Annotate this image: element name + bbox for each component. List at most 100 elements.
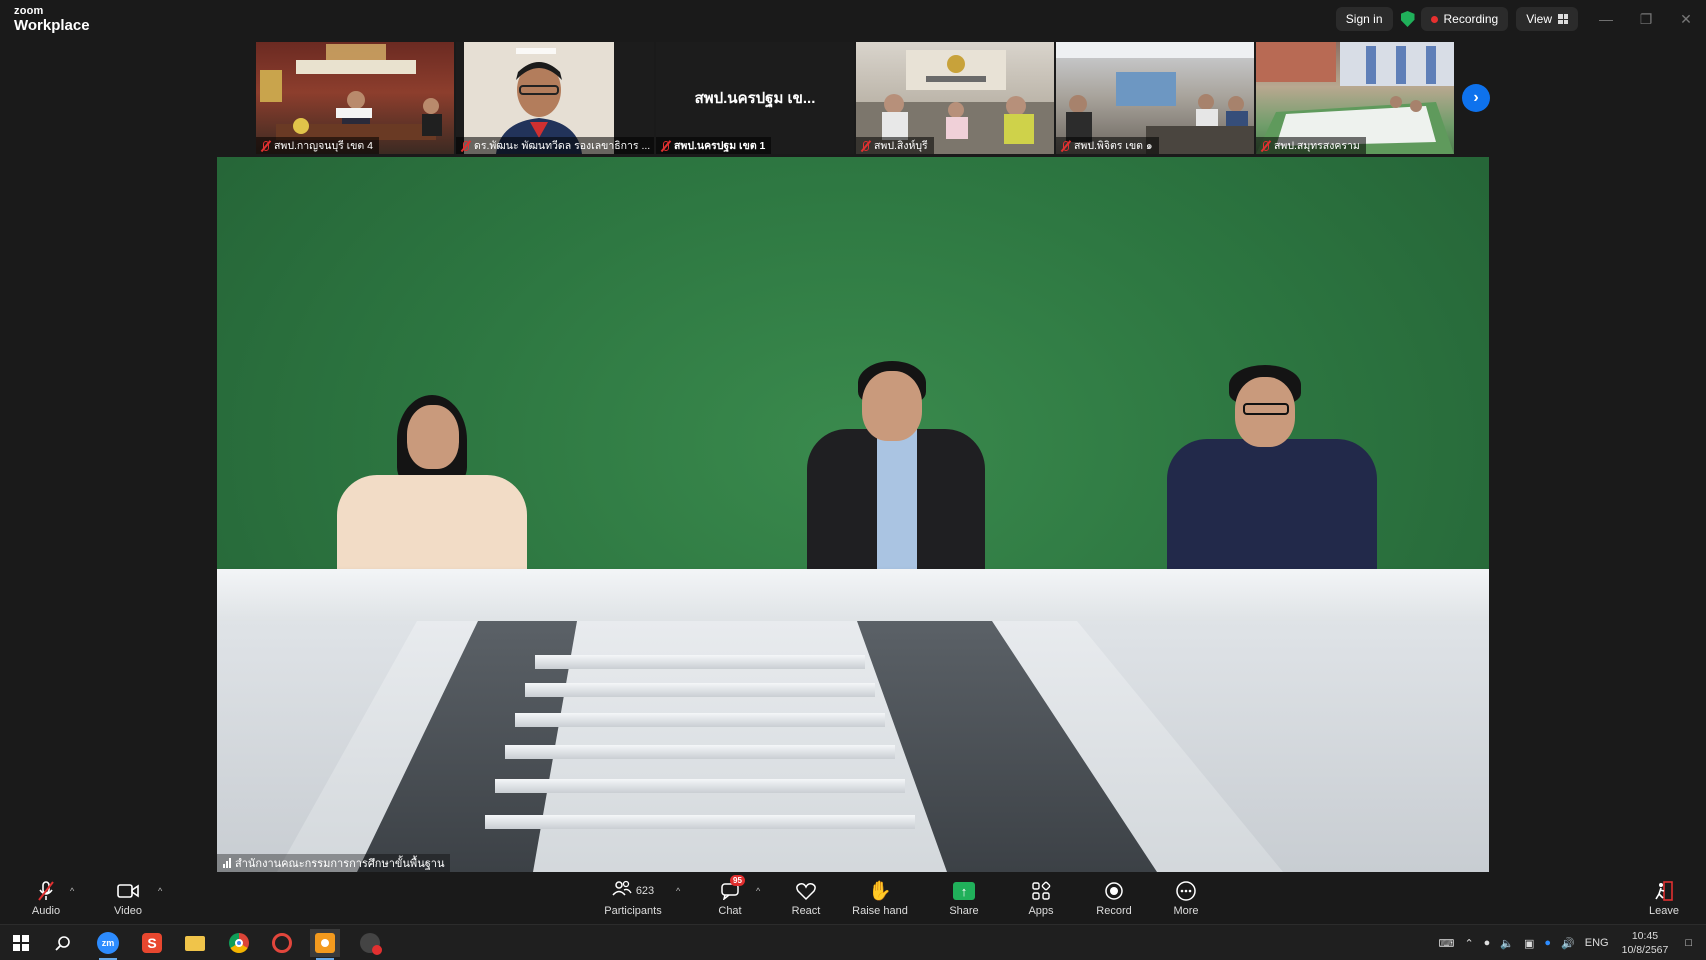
clock[interactable]: 10:45 10/8/2567 <box>1622 929 1669 957</box>
windows-start-icon[interactable] <box>6 929 36 957</box>
react-label: React <box>791 905 821 917</box>
more-button[interactable]: More <box>1170 872 1202 924</box>
microphone-icon[interactable]: ● <box>1484 937 1491 949</box>
participant-name-card: สพป.นครปฐม เข... <box>694 90 816 107</box>
title-bar: zoom Workplace Sign in Recording View — … <box>0 0 1706 40</box>
sign-in-label: Sign in <box>1345 12 1383 26</box>
participant-name: สพป.สิงห์บุรี <box>874 140 928 152</box>
app-record-icon[interactable] <box>355 929 385 957</box>
participants-label: Participants <box>604 905 662 917</box>
view-label: View <box>1526 12 1552 26</box>
raise-hand-icon: ✋ <box>868 881 892 902</box>
participant-name: สพป.พิจิตร เขต ๑ <box>1074 140 1153 152</box>
participant-name: สพป.นครปฐม เขต 1 <box>674 140 766 152</box>
clock-date: 10/8/2567 <box>1621 944 1669 956</box>
apps-button[interactable]: Apps <box>1025 872 1057 924</box>
raise-hand-label: Raise hand <box>852 905 908 917</box>
leave-icon <box>1653 879 1675 903</box>
tray-chevron-up-icon[interactable]: ⌃ <box>1464 937 1473 950</box>
signal-bars-icon <box>223 858 231 868</box>
video-options-chevron-icon[interactable]: ^ <box>158 886 162 896</box>
apps-label: Apps <box>1028 905 1054 917</box>
more-label: More <box>1173 905 1199 917</box>
input-language[interactable]: ENG <box>1585 937 1609 949</box>
volume-icon[interactable]: 🔊 <box>1561 937 1575 950</box>
speaker-label: สำนักงานคณะกรรมการการศึกษาขั้นพื้นฐาน <box>217 854 451 872</box>
chat-label: Chat <box>718 905 742 917</box>
muted-mic-icon <box>260 140 270 152</box>
participants-count: 623 <box>635 885 655 897</box>
muted-mic-icon <box>1060 140 1070 152</box>
share-screen-icon: ↑ <box>953 882 975 900</box>
keyboard-icon[interactable]: ⌨ <box>1439 937 1455 950</box>
muted-microphone-icon <box>36 879 56 903</box>
minimize-icon[interactable]: — <box>1586 0 1626 38</box>
participant-thumbnail[interactable]: สพป.นครปฐม เข... สพป.นครปฐม เขต 1 <box>656 42 854 154</box>
participant-name: ดร.พัฒนะ พัฒนทวีดล รองเลขาธิการ ... <box>474 140 651 152</box>
participant-thumbnail-strip: สพป.กาญจนบุรี เขต 4 ดร.พัฒนะ พัฒนทวีดล ร… <box>256 42 1454 154</box>
video-label: Video <box>114 905 142 917</box>
participants-options-chevron-icon[interactable]: ^ <box>676 886 680 896</box>
leave-button[interactable]: Leave <box>1648 872 1680 924</box>
react-button[interactable]: React <box>786 872 826 924</box>
speaker-name: สำนักงานคณะกรรมการการศึกษาขั้นพื้นฐาน <box>235 858 445 870</box>
sign-in-button[interactable]: Sign in <box>1335 7 1393 31</box>
app-orange-icon[interactable] <box>310 929 340 960</box>
restore-icon[interactable]: ❐ <box>1626 0 1666 38</box>
wps-app-icon[interactable]: S <box>137 929 167 957</box>
network-icon[interactable]: ▣ <box>1524 937 1534 950</box>
encryption-shield-icon[interactable] <box>1400 11 1415 27</box>
camera-icon <box>116 879 140 903</box>
active-speaker-video: สำนักงานคณะกรรมการการศึกษาขั้นพื้นฐาน <box>217 157 1489 872</box>
share-label: Share <box>949 905 979 917</box>
video-button[interactable]: Video <box>108 872 148 924</box>
apps-icon <box>1031 879 1051 903</box>
record-button[interactable]: Record <box>1094 872 1134 924</box>
file-explorer-icon[interactable] <box>180 929 210 957</box>
heart-icon <box>795 879 817 903</box>
audio-label: Audio <box>31 905 61 917</box>
zoom-logo: zoom Workplace <box>14 5 90 34</box>
audio-options-chevron-icon[interactable]: ^ <box>70 886 74 896</box>
system-tray: ⌨ ⌃ ● 🔈 ▣ ● 🔊 ENG 10:45 10/8/2567 □ <box>1434 925 1706 960</box>
participant-thumbnail[interactable]: สพป.สิงห์บุรี <box>856 42 1054 154</box>
more-dots-icon <box>1175 879 1197 903</box>
participant-thumbnail[interactable]: ดร.พัฒนะ พัฒนทวีดล รองเลขาธิการ ... <box>456 42 654 154</box>
share-button[interactable]: ↑ Share <box>946 872 982 924</box>
muted-mic-icon <box>860 140 870 152</box>
next-page-chevron-icon[interactable]: › <box>1462 84 1490 112</box>
participant-thumbnail[interactable]: สพป.พิจิตร เขต ๑ <box>1056 42 1254 154</box>
participant-name: สพป.กาญจนบุรี เขต 4 <box>274 140 374 152</box>
close-icon[interactable]: ✕ <box>1666 0 1706 38</box>
app-red-circle-icon[interactable] <box>267 929 297 957</box>
chrome-icon[interactable] <box>224 929 254 957</box>
speaker-icon[interactable]: 🔈 <box>1500 937 1514 950</box>
chat-bubble-icon: 95 <box>720 875 745 903</box>
notifications-icon[interactable]: □ <box>1685 937 1692 949</box>
view-button[interactable]: View <box>1516 7 1578 31</box>
participants-icon <box>612 879 632 903</box>
leave-label: Leave <box>1649 905 1679 917</box>
zoom-window: zoom Workplace Sign in Recording View — … <box>0 0 1706 960</box>
windows-taskbar: zm S ⌨ ⌃ ● 🔈 ▣ ● 🔊 ENG 10:45 10/8/2567 □ <box>0 924 1706 960</box>
participants-button[interactable]: 623 Participants <box>600 872 666 924</box>
participant-thumbnail[interactable]: สพป.สมุทรสงคราม <box>1256 42 1454 154</box>
chat-unread-badge: 95 <box>730 875 745 886</box>
muted-mic-icon <box>660 140 670 152</box>
zoom-taskbar-icon[interactable]: zm <box>93 929 123 960</box>
raise-hand-button[interactable]: ✋ Raise hand <box>852 872 908 924</box>
chat-options-chevron-icon[interactable]: ^ <box>756 886 760 896</box>
search-icon[interactable] <box>48 929 78 957</box>
muted-mic-icon <box>460 140 470 152</box>
recording-dot-icon <box>1430 15 1438 23</box>
brand-small: zoom <box>14 5 44 17</box>
zoom-tray-icon[interactable]: ● <box>1544 937 1551 949</box>
clock-time: 10:45 <box>1631 930 1659 942</box>
participant-thumbnail[interactable]: สพป.กาญจนบุรี เขต 4 <box>256 42 454 154</box>
recording-indicator[interactable]: Recording <box>1420 7 1509 31</box>
muted-mic-icon <box>1260 140 1270 152</box>
audio-button[interactable]: Audio <box>26 872 66 924</box>
chat-button[interactable]: 95 Chat <box>714 872 746 924</box>
recording-label: Recording <box>1443 12 1499 26</box>
grid-view-icon <box>1558 14 1568 24</box>
